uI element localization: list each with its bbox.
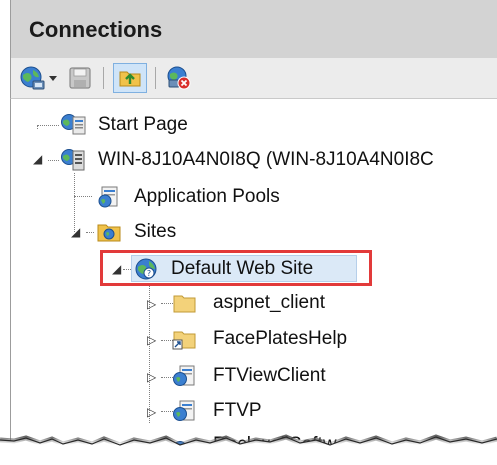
expand-arrow-icon[interactable]: ▷ [147, 333, 156, 347]
tree-item-aspnet-client[interactable]: aspnet_client [171, 288, 325, 318]
tree-item-ftviewclient[interactable]: FTViewClient [171, 361, 326, 391]
collapse-arrow-icon[interactable]: ◢ [33, 152, 42, 166]
tree-item-label: Application Pools [134, 186, 280, 207]
expand-arrow-icon[interactable]: ▷ [147, 370, 156, 384]
tree-item-label: Start Page [98, 114, 188, 135]
tree-connector [48, 160, 59, 161]
disconnect-icon [167, 66, 191, 90]
tree-connector [74, 173, 75, 232]
panel-header: Connections [10, 0, 497, 58]
tree-connector [37, 125, 38, 129]
tree-connector [74, 196, 92, 197]
dropdown-arrow-icon [49, 76, 57, 81]
connect-globe-icon [20, 66, 45, 90]
connect-dropdown[interactable] [47, 63, 59, 93]
disconnect-button[interactable] [163, 63, 195, 93]
tree-item-server[interactable]: WIN-8J10A4N0I8Q (WIN-8J10A4N0I8C [60, 145, 434, 175]
tree-connector [37, 125, 59, 126]
virtual-directory-icon [172, 331, 196, 350]
tree-item-start-page[interactable]: Start Page [60, 110, 188, 140]
tree-item-label: Sites [134, 221, 177, 242]
up-folder-icon [119, 71, 141, 87]
collapse-arrow-icon[interactable]: ◢ [71, 225, 80, 239]
save-button[interactable] [65, 63, 95, 93]
tree-item-sites[interactable]: Sites [96, 217, 176, 247]
web-application-icon [173, 365, 195, 386]
red-highlight-box [100, 250, 372, 286]
toolbar [10, 58, 497, 99]
up-folder-button[interactable] [113, 63, 147, 93]
save-icon [69, 67, 91, 89]
tree-item-label: FacePlatesHelp [213, 328, 348, 349]
start-page-icon [61, 114, 86, 135]
tree-item-label: aspnet_client [213, 292, 325, 313]
tree-item-label: FTViewClient [213, 365, 326, 386]
folder-icon [173, 295, 196, 313]
tree-item-application-pools[interactable]: Application Pools [96, 182, 280, 212]
tree-item-label: WIN-8J10A4N0I8Q (WIN-8J10A4N0I8C [98, 149, 434, 170]
torn-edge-decoration [0, 434, 497, 465]
toolbar-separator [155, 67, 156, 89]
tree-connector [86, 232, 94, 233]
server-icon [61, 149, 85, 171]
panel-title: Connections [29, 17, 163, 42]
expand-arrow-icon[interactable]: ▷ [147, 297, 156, 311]
connections-panel: Connections Start Page ◢ WIN-8J10A4N0I8Q… [0, 0, 497, 465]
application-pools-icon [98, 186, 118, 208]
connect-button[interactable] [17, 63, 47, 93]
toolbar-separator [103, 67, 104, 89]
sites-folder-icon [97, 224, 121, 242]
tree-item-faceplateshelp[interactable]: FacePlatesHelp [171, 324, 347, 354]
